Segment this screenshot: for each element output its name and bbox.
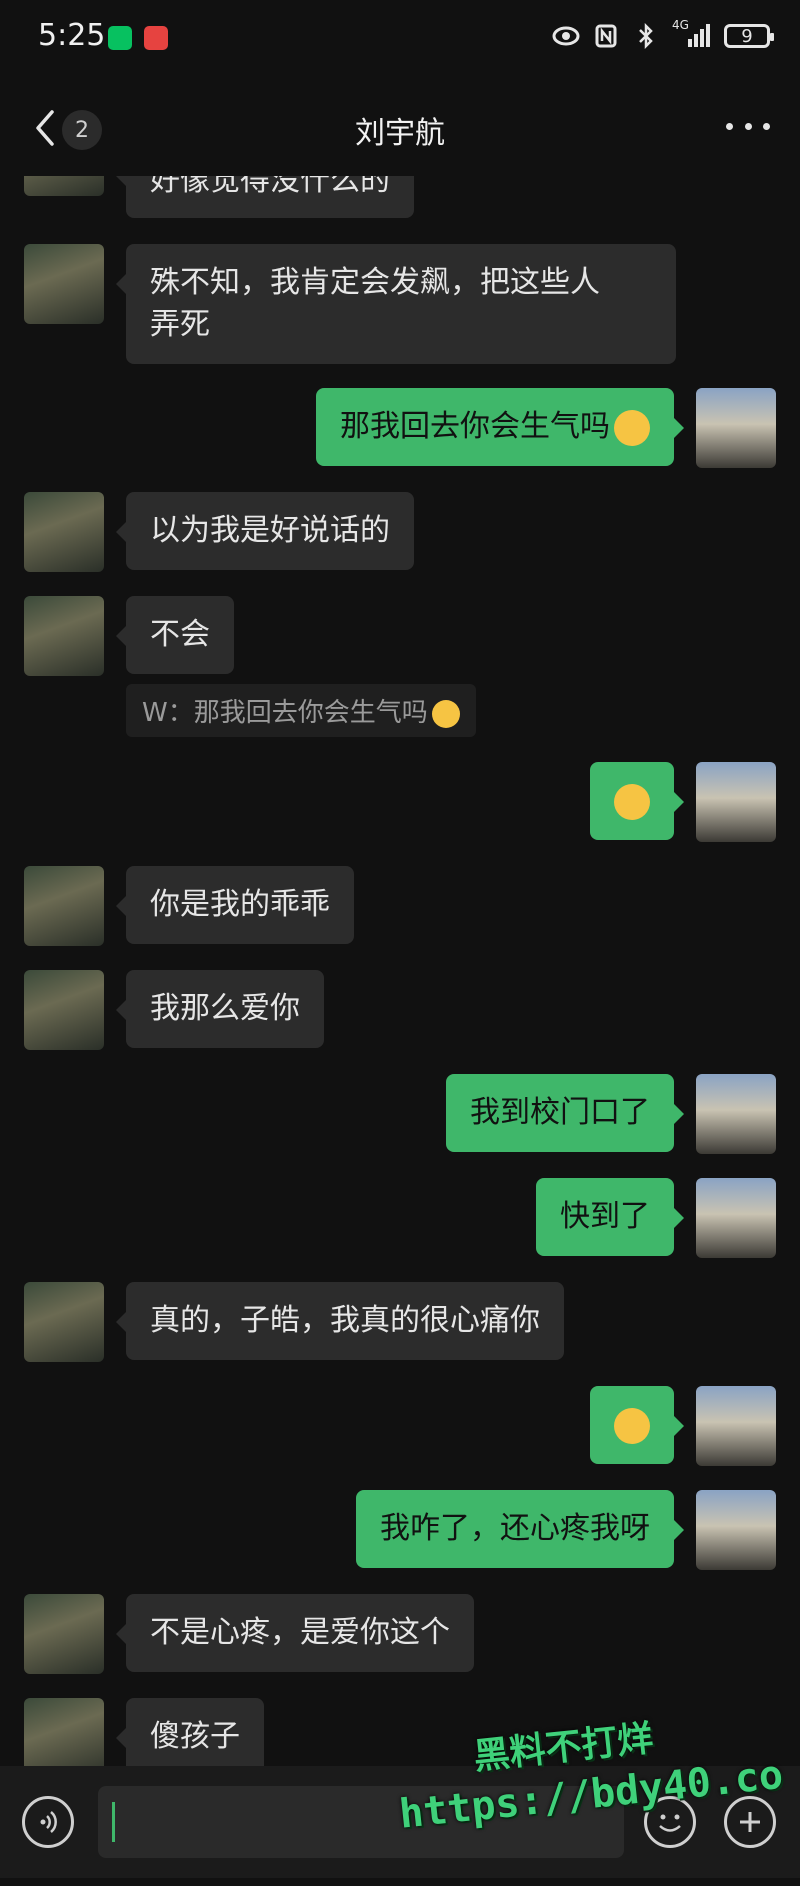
- user-avatar[interactable]: [696, 1386, 776, 1466]
- user-avatar[interactable]: [696, 1490, 776, 1570]
- message-input[interactable]: [98, 1786, 624, 1858]
- kissing-face-icon: [614, 783, 650, 820]
- contact-avatar[interactable]: [24, 596, 104, 676]
- signal-icon: 4G: [672, 18, 712, 50]
- contact-avatar[interactable]: [24, 970, 104, 1050]
- bluetooth-icon: [632, 22, 660, 50]
- battery-level: 9: [741, 25, 753, 47]
- contact-avatar[interactable]: [24, 1698, 104, 1766]
- quoted-reply[interactable]: W：那我回去你会生气吗: [126, 684, 476, 737]
- user-avatar[interactable]: [696, 388, 776, 468]
- contact-avatar[interactable]: [24, 244, 104, 324]
- message-bubble-left[interactable]: 以为我是好说话的: [116, 492, 414, 570]
- message-line: 殊不知，我肯定会发飙，把这些人: [150, 265, 600, 300]
- message-bubble-left[interactable]: 傻孩子: [116, 1698, 264, 1766]
- message-bubble-left[interactable]: 不会: [116, 596, 234, 674]
- message-list[interactable]: 好像觉得没什么的 殊不知，我肯定会发飙，把这些人 弄死 那我回去你会生气吗 以为…: [0, 176, 800, 1766]
- message-bubble-right[interactable]: [590, 762, 684, 840]
- user-avatar[interactable]: [696, 1178, 776, 1258]
- user-avatar[interactable]: [696, 762, 776, 842]
- message-bubble-left[interactable]: 殊不知，我肯定会发飙，把这些人 弄死: [116, 244, 676, 364]
- message-bubble-left[interactable]: 好像觉得没什么的: [116, 176, 414, 218]
- message-bubble-left[interactable]: 不是心疼，是爱你这个: [116, 1594, 474, 1672]
- alert-app-icon: [144, 26, 168, 50]
- more-button[interactable]: [726, 116, 770, 136]
- contact-avatar[interactable]: [24, 866, 104, 946]
- battery-icon: 9: [724, 24, 774, 48]
- message-bubble-left[interactable]: 你是我的乖乖: [116, 866, 354, 944]
- text-cursor: [112, 1802, 115, 1842]
- message-bubble-right[interactable]: 快到了: [536, 1178, 684, 1256]
- user-avatar[interactable]: [696, 1074, 776, 1154]
- message-bubble-right[interactable]: 我到校门口了: [446, 1074, 684, 1152]
- smile-face-icon: [614, 409, 650, 446]
- contact-avatar[interactable]: [24, 492, 104, 572]
- emoji-icon: [659, 1814, 681, 1832]
- message-text: 那我回去你会生气吗: [340, 409, 610, 444]
- input-bar: [0, 1766, 800, 1878]
- chat-header: 2 刘宇航: [0, 80, 800, 176]
- smile-face-icon: [614, 1407, 650, 1444]
- message-bubble-left[interactable]: 我那么爱你: [116, 970, 324, 1048]
- message-bubble-right[interactable]: 那我回去你会生气吗: [316, 388, 684, 466]
- status-icons: 4G 9: [552, 18, 774, 50]
- eye-icon: [552, 22, 580, 50]
- plus-button[interactable]: [724, 1796, 776, 1848]
- plus-icon: [740, 1812, 760, 1832]
- contact-avatar[interactable]: [24, 176, 104, 196]
- contact-avatar[interactable]: [24, 1594, 104, 1674]
- smile-face-icon: [431, 699, 460, 728]
- message-bubble-left[interactable]: 真的，子皓，我真的很心痛你: [116, 1282, 564, 1360]
- wechat-icon: [108, 26, 132, 50]
- status-time: 5:25: [38, 18, 106, 53]
- contact-name: 刘宇航: [355, 116, 445, 151]
- voice-button[interactable]: [22, 1796, 74, 1848]
- message-bubble-right[interactable]: 我咋了，还心疼我呀: [356, 1490, 684, 1568]
- status-bar: 5:25 4G 9: [0, 0, 800, 80]
- emoji-button[interactable]: [644, 1796, 696, 1848]
- contact-avatar[interactable]: [24, 1282, 104, 1362]
- voice-icon: [40, 1811, 57, 1833]
- message-bubble-right[interactable]: [590, 1386, 684, 1464]
- nfc-icon: [592, 22, 620, 50]
- more-icon: [726, 122, 733, 130]
- message-line: 弄死: [150, 307, 210, 342]
- quote-text: W：那我回去你会生气吗: [142, 698, 428, 728]
- network-type: 4G: [672, 18, 689, 32]
